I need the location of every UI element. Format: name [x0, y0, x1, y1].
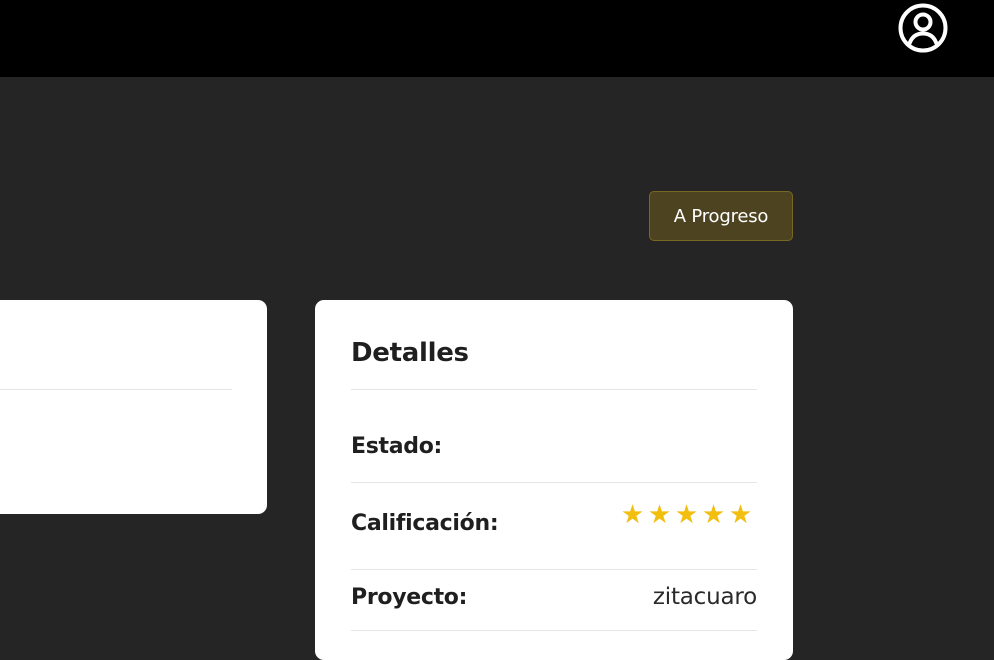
star-icon: ★: [620, 500, 645, 530]
details-title: Detalles: [351, 338, 469, 368]
details-card: Detalles Estado: Calificación: ★ ★ ★ ★ ★ Pro…: [315, 300, 793, 660]
info-card: [0, 300, 267, 514]
estado-label: Estado:: [351, 434, 443, 459]
proyecto-value: zitacuaro: [652, 584, 757, 610]
star-icon: ★: [647, 500, 672, 530]
user-circle-icon: [896, 1, 950, 55]
row-divider: [351, 569, 757, 570]
row-divider: [351, 630, 757, 631]
title-divider: [351, 389, 757, 390]
progress-status-button[interactable]: A Progreso: [649, 191, 793, 241]
star-icon: ★: [701, 500, 726, 530]
top-navbar: [0, 0, 994, 77]
row-divider: [351, 482, 757, 483]
rating-stars: ★ ★ ★ ★ ★: [620, 501, 753, 529]
card-divider: [0, 389, 232, 390]
star-icon: ★: [674, 500, 699, 530]
calificacion-label: Calificación:: [351, 511, 499, 536]
star-icon: ★: [728, 500, 753, 530]
user-profile-button[interactable]: [896, 1, 950, 55]
proyecto-label: Proyecto:: [351, 585, 468, 610]
